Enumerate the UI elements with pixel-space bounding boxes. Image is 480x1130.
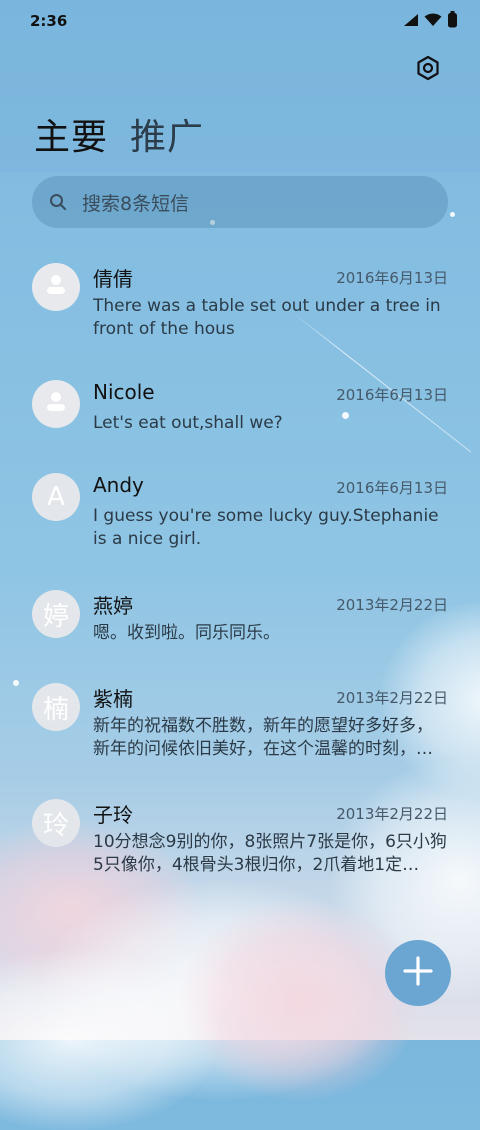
- avatar: [32, 263, 80, 311]
- contact-name: Andy: [93, 473, 144, 497]
- message-preview: There was a table set out under a tree i…: [93, 296, 441, 339]
- status-time: 2:36: [30, 12, 68, 30]
- conversation-item[interactable]: Nicole 2016年6月13日 Let's eat out,shall we…: [0, 380, 480, 450]
- message-date: 2016年6月13日: [336, 386, 448, 404]
- conversation-item[interactable]: A Andy 2016年6月13日 I guess you're some lu…: [0, 473, 480, 563]
- message-date: 2013年2月22日: [336, 689, 448, 707]
- new-message-button[interactable]: [385, 940, 451, 1006]
- status-bar: 2:36: [0, 0, 480, 44]
- contact-name: Nicole: [93, 380, 155, 404]
- conversation-item[interactable]: 倩倩 2016年6月13日 There was a table set out …: [0, 263, 480, 353]
- conversation-item[interactable]: 玲 子玲 2013年2月22日 10分想念9别的你，8张照片7张是你，6只小狗5…: [0, 799, 480, 889]
- avatar: 楠: [32, 683, 80, 731]
- contact-name: 燕婷: [93, 594, 133, 618]
- gear-icon: [415, 55, 441, 85]
- message-date: 2013年2月22日: [336, 596, 448, 614]
- wifi-icon: [424, 12, 442, 31]
- contact-name: 倩倩: [93, 267, 133, 291]
- message-date: 2013年2月22日: [336, 805, 448, 823]
- message-preview: 10分想念9别的你，8张照片7张是你，6只小狗5只像你，4根骨头3根归你，2爪着…: [93, 832, 447, 875]
- person-icon: [43, 388, 69, 421]
- search-input[interactable]: 搜索8条短信: [32, 176, 448, 228]
- avatar: 玲: [32, 799, 80, 847]
- search-icon: [48, 192, 68, 212]
- avatar: [32, 380, 80, 428]
- signal-icon: [403, 12, 419, 31]
- conversation-item[interactable]: 婷 燕婷 2013年2月22日 嗯。收到啦。同乐同乐。: [0, 590, 480, 660]
- contact-name: 紫楠: [93, 687, 133, 711]
- plus-icon: [402, 955, 434, 991]
- tab-primary[interactable]: 主要: [34, 108, 108, 160]
- conversation-item[interactable]: 楠 紫楠 2013年2月22日 新年的祝福数不胜数，新年的愿望好多好多，新年的问…: [0, 683, 480, 773]
- message-preview: Let's eat out,shall we?: [93, 413, 283, 433]
- message-date: 2016年6月13日: [336, 479, 448, 497]
- message-preview: I guess you're some lucky guy.Stephanie …: [93, 506, 439, 549]
- contact-name: 子玲: [93, 803, 133, 827]
- battery-icon: [447, 11, 458, 32]
- message-preview: 嗯。收到啦。同乐同乐。: [93, 623, 280, 643]
- message-date: 2016年6月13日: [336, 269, 448, 287]
- tab-bar: 主要 推广: [34, 108, 204, 160]
- avatar: A: [32, 473, 80, 521]
- tab-promotions[interactable]: 推广: [130, 108, 204, 160]
- settings-button[interactable]: [410, 52, 446, 88]
- message-preview: 新年的祝福数不胜数，新年的愿望好多好多，新年的问候依旧美好，在这个温馨的时刻，…: [93, 716, 433, 759]
- person-icon: [43, 271, 69, 304]
- avatar: 婷: [32, 590, 80, 638]
- search-placeholder: 搜索8条短信: [82, 192, 190, 215]
